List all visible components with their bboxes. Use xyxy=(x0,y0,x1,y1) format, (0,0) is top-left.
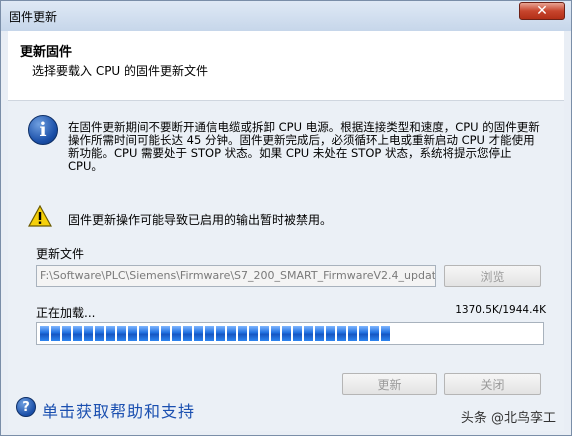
warning-message: 固件更新操作可能导致已启用的输出暂时被禁用。 xyxy=(68,213,333,227)
browse-button[interactable]: 浏览 xyxy=(444,265,541,287)
progress-segment xyxy=(304,326,313,341)
info-icon: i xyxy=(28,115,58,145)
progress-segment xyxy=(172,326,181,341)
progress-segment xyxy=(161,326,170,341)
progress-segment xyxy=(381,326,390,341)
header-subtitle: 选择要载入 CPU 的固件更新文件 xyxy=(32,64,209,78)
loading-status-label: 正在加载... xyxy=(36,306,96,320)
progress-segment xyxy=(139,326,148,341)
progress-segment xyxy=(238,326,247,341)
progress-segment xyxy=(249,326,258,341)
progress-bar xyxy=(36,322,544,345)
close-button[interactable]: 关闭 xyxy=(444,373,541,395)
update-file-label: 更新文件 xyxy=(36,247,85,261)
progress-segment xyxy=(370,326,379,341)
header-title: 更新固件 xyxy=(20,45,73,60)
window-title: 固件更新 xyxy=(9,10,58,24)
dialog-body: i 在固件更新期间不要断开通信电缆或拆卸 CPU 电源。根据连接类型和速度，CP… xyxy=(8,101,564,431)
progress-segment xyxy=(337,326,346,341)
progress-segment xyxy=(106,326,115,341)
progress-segment xyxy=(73,326,82,341)
progress-segment xyxy=(348,326,357,341)
progress-segment xyxy=(183,326,192,341)
firmware-update-dialog: 固件更新 ✕ 更新固件 选择要载入 CPU 的固件更新文件 i 在固件更新期间不… xyxy=(0,0,572,436)
window-close-button[interactable]: ✕ xyxy=(519,2,565,20)
watermark: 头条 @北鸟孪工 xyxy=(460,411,556,426)
progress-segment xyxy=(282,326,291,341)
title-bar[interactable]: 固件更新 ✕ xyxy=(1,1,571,31)
progress-segment xyxy=(205,326,214,341)
progress-segment xyxy=(293,326,302,341)
progress-segment xyxy=(51,326,60,341)
progress-segment xyxy=(62,326,71,341)
progress-segment xyxy=(95,326,104,341)
close-icon: ✕ xyxy=(536,3,548,19)
progress-segment xyxy=(40,326,49,341)
update-file-path-field[interactable]: F:\Software\PLC\Siemens\Firmware\S7_200_… xyxy=(36,265,436,287)
progress-segment xyxy=(326,326,335,341)
help-icon[interactable]: ? xyxy=(16,397,36,417)
dialog-header: 更新固件 选择要载入 CPU 的固件更新文件 xyxy=(8,31,564,101)
progress-segment xyxy=(84,326,93,341)
update-button[interactable]: 更新 xyxy=(342,373,437,395)
progress-segment xyxy=(359,326,368,341)
progress-segment xyxy=(194,326,203,341)
help-support-link[interactable]: 单击获取帮助和支持 xyxy=(42,398,195,422)
info-message: 在固件更新期间不要断开通信电缆或拆卸 CPU 电源。根据连接类型和速度，CPU … xyxy=(68,120,540,173)
progress-segment xyxy=(128,326,137,341)
warning-icon xyxy=(28,205,52,227)
progress-segment xyxy=(117,326,126,341)
progress-segment xyxy=(216,326,225,341)
progress-segment xyxy=(260,326,269,341)
progress-segment xyxy=(271,326,280,341)
progress-segment xyxy=(227,326,236,341)
progress-size-readout: 1370.5K/1944.4K xyxy=(455,304,546,316)
progress-segment xyxy=(315,326,324,341)
progress-bar-fill xyxy=(40,326,392,341)
progress-segment xyxy=(150,326,159,341)
